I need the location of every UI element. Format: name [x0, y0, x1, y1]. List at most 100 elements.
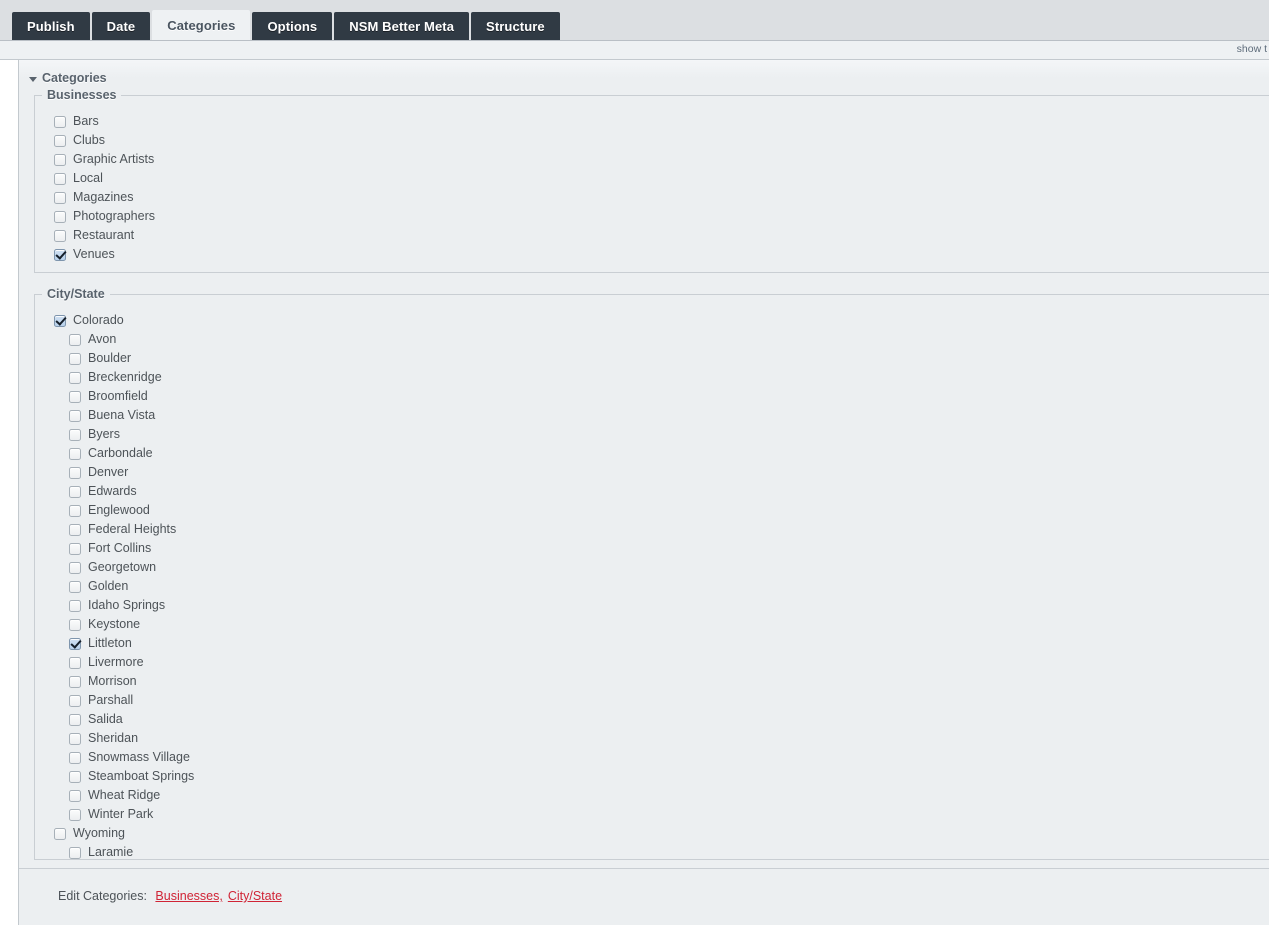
checkbox-row[interactable]: Breckenridge — [35, 368, 1269, 387]
sub-toolbar: show t — [0, 41, 1269, 60]
checkbox-icon[interactable] — [69, 599, 81, 612]
checkbox-icon[interactable] — [69, 713, 81, 726]
checkbox-icon[interactable] — [69, 770, 81, 783]
checkbox-icon[interactable] — [54, 210, 66, 223]
checkbox-icon[interactable] — [54, 134, 66, 147]
tab-options[interactable]: Options — [252, 12, 333, 40]
checkbox-row[interactable]: Salida — [35, 710, 1269, 729]
checkbox-row[interactable]: Bars — [35, 112, 1269, 131]
checkbox-label: Keystone — [88, 617, 141, 631]
checkbox-icon[interactable] — [69, 580, 81, 593]
checkbox-icon[interactable] — [69, 352, 81, 365]
checkbox-row[interactable]: Snowmass Village — [35, 748, 1269, 767]
checkbox-list-citystate: Colorado Avon Boulder Breckenridge Broomfiel… — [35, 301, 1269, 862]
checkbox-icon[interactable] — [69, 846, 81, 859]
checkbox-icon[interactable] — [69, 808, 81, 821]
page-root: Publish Date Categories Options NSM Better M… — [0, 0, 1269, 925]
checkbox-row[interactable]: Edwards — [35, 482, 1269, 501]
checkbox-row[interactable]: Georgetown — [35, 558, 1269, 577]
checkbox-checked-icon[interactable] — [54, 314, 66, 327]
checkbox-icon[interactable] — [69, 618, 81, 631]
checkbox-icon[interactable] — [69, 504, 81, 517]
categories-disclosure[interactable]: Categories — [29, 71, 107, 85]
checkbox-label: Broomfield — [88, 389, 148, 403]
checkbox-icon[interactable] — [54, 191, 66, 204]
checkbox-row[interactable]: Littleton — [35, 634, 1269, 653]
tab-structure[interactable]: Structure — [471, 12, 560, 40]
edit-link-citystate[interactable]: City/State — [228, 889, 282, 903]
checkbox-icon[interactable] — [54, 153, 66, 166]
checkbox-label: Idaho Springs — [88, 598, 166, 612]
checkbox-icon[interactable] — [69, 789, 81, 802]
checkbox-row[interactable]: Buena Vista — [35, 406, 1269, 425]
checkbox-row[interactable]: Laramie — [35, 843, 1269, 862]
checkbox-row[interactable]: Wyoming — [35, 824, 1269, 843]
checkbox-row[interactable]: Broomfield — [35, 387, 1269, 406]
checkbox-row[interactable]: Byers — [35, 425, 1269, 444]
checkbox-row[interactable]: Englewood — [35, 501, 1269, 520]
tab-date[interactable]: Date — [91, 12, 151, 40]
checkbox-row[interactable]: Restaurant — [35, 226, 1269, 245]
checkbox-icon[interactable] — [69, 485, 81, 498]
checkbox-label: Clubs — [73, 133, 105, 147]
checkbox-row[interactable]: Parshall — [35, 691, 1269, 710]
checkbox-label: Byers — [88, 427, 120, 441]
checkbox-icon[interactable] — [69, 466, 81, 479]
checkbox-checked-icon[interactable] — [69, 637, 81, 650]
checkbox-label: Sheridan — [88, 731, 139, 745]
checkbox-label: Graphic Artists — [73, 152, 155, 166]
checkbox-row[interactable]: Denver — [35, 463, 1269, 482]
checkbox-row[interactable]: Keystone — [35, 615, 1269, 634]
checkbox-row[interactable]: Steamboat Springs — [35, 767, 1269, 786]
checkbox-row[interactable]: Photographers — [35, 207, 1269, 226]
checkbox-label: Photographers — [73, 209, 156, 223]
checkbox-row[interactable]: Golden — [35, 577, 1269, 596]
fieldset-legend-citystate: City/State — [47, 287, 105, 301]
checkbox-label: Parshall — [88, 693, 134, 707]
tab-nsm-better-meta[interactable]: NSM Better Meta — [334, 12, 470, 40]
checkbox-icon[interactable] — [69, 428, 81, 441]
checkbox-row[interactable]: Local — [35, 169, 1269, 188]
checkbox-icon[interactable] — [69, 447, 81, 460]
checkbox-icon[interactable] — [69, 371, 81, 384]
checkbox-row[interactable]: Livermore — [35, 653, 1269, 672]
checkbox-row[interactable]: Wheat Ridge — [35, 786, 1269, 805]
checkbox-icon[interactable] — [69, 523, 81, 536]
checkbox-icon[interactable] — [69, 694, 81, 707]
checkbox-row[interactable]: Colorado — [35, 311, 1269, 330]
checkbox-list-businesses: Bars Clubs Graphic Artists Local Magazines Ph… — [35, 102, 1269, 264]
checkbox-row[interactable]: Carbondale — [35, 444, 1269, 463]
checkbox-row[interactable]: Winter Park — [35, 805, 1269, 824]
checkbox-row[interactable]: Graphic Artists — [35, 150, 1269, 169]
tab-bar: Publish Date Categories Options NSM Better M… — [0, 0, 1269, 41]
checkbox-icon[interactable] — [69, 390, 81, 403]
checkbox-icon[interactable] — [69, 542, 81, 555]
checkbox-icon[interactable] — [69, 732, 81, 745]
checkbox-row[interactable]: Morrison — [35, 672, 1269, 691]
checkbox-icon[interactable] — [69, 561, 81, 574]
checkbox-label: Salida — [88, 712, 123, 726]
checkbox-icon[interactable] — [54, 827, 66, 840]
checkbox-icon[interactable] — [69, 656, 81, 669]
tab-publish[interactable]: Publish — [12, 12, 90, 40]
checkbox-row[interactable]: Venues — [35, 245, 1269, 264]
checkbox-row[interactable]: Federal Heights — [35, 520, 1269, 539]
checkbox-icon[interactable] — [69, 409, 81, 422]
checkbox-row[interactable]: Boulder — [35, 349, 1269, 368]
checkbox-icon[interactable] — [69, 751, 81, 764]
edit-link-businesses[interactable]: Businesses, — [155, 889, 222, 903]
checkbox-row[interactable]: Fort Collins — [35, 539, 1269, 558]
tab-categories[interactable]: Categories — [152, 10, 251, 40]
checkbox-icon[interactable] — [54, 172, 66, 185]
checkbox-row[interactable]: Sheridan — [35, 729, 1269, 748]
checkbox-icon[interactable] — [69, 675, 81, 688]
checkbox-row[interactable]: Clubs — [35, 131, 1269, 150]
checkbox-row[interactable]: Avon — [35, 330, 1269, 349]
checkbox-icon[interactable] — [54, 229, 66, 242]
checkbox-row[interactable]: Magazines — [35, 188, 1269, 207]
checkbox-row[interactable]: Idaho Springs — [35, 596, 1269, 615]
checkbox-icon[interactable] — [69, 333, 81, 346]
checkbox-checked-icon[interactable] — [54, 248, 66, 261]
show-tabs-link[interactable]: show t — [1237, 43, 1267, 55]
checkbox-icon[interactable] — [54, 115, 66, 128]
